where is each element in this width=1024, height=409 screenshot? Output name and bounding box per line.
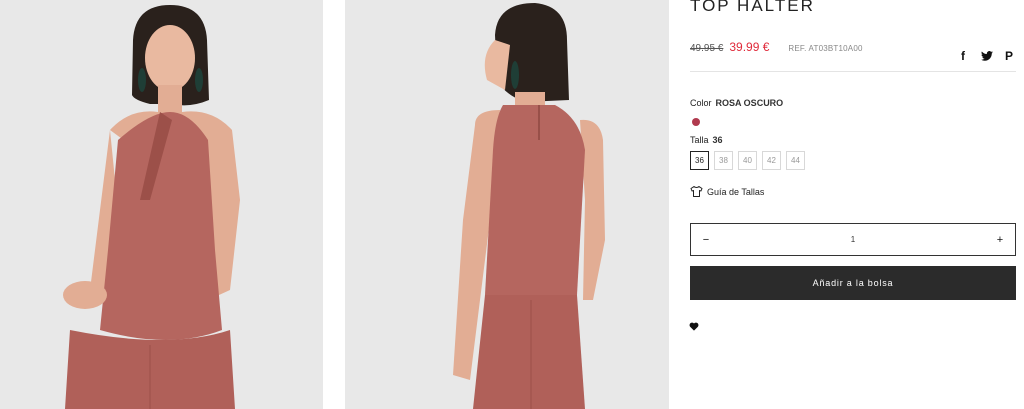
size-option-38[interactable]: 38	[714, 151, 733, 170]
model-back-illustration	[345, 0, 669, 409]
old-price: 49.95 €	[690, 43, 724, 54]
product-title: TOP HALTER	[690, 0, 815, 15]
product-photo-front[interactable]	[0, 0, 323, 409]
quantity-stepper: − 1 +	[690, 223, 1016, 256]
product-reference: REF. AT03BT10A00	[788, 44, 863, 53]
color-row: Color ROSA OSCURO	[690, 98, 783, 108]
model-front-illustration	[0, 0, 323, 409]
size-guide-link[interactable]: Guía de Tallas	[690, 186, 764, 197]
pinterest-share-icon[interactable]: P	[1003, 49, 1015, 63]
quantity-increase-button[interactable]: +	[985, 224, 1015, 255]
facebook-share-icon[interactable]: f	[958, 49, 968, 63]
color-label: Color	[690, 98, 712, 108]
size-options: 36 38 40 42 44	[690, 151, 805, 170]
quantity-value[interactable]: 1	[851, 235, 855, 244]
size-row: Talla 36	[690, 135, 723, 145]
size-label: Talla	[690, 135, 709, 145]
add-to-bag-button[interactable]: Añadir a la bolsa	[690, 266, 1016, 300]
wishlist-button[interactable]	[689, 318, 701, 331]
product-photo-back[interactable]	[345, 0, 669, 409]
quantity-decrease-button[interactable]: −	[691, 224, 721, 255]
size-guide-label: Guía de Tallas	[707, 186, 765, 197]
size-option-36[interactable]: 36	[690, 151, 709, 170]
color-swatch[interactable]	[692, 118, 700, 126]
size-option-44[interactable]: 44	[786, 151, 805, 170]
divider	[690, 71, 1016, 72]
size-option-42[interactable]: 42	[762, 151, 781, 170]
tshirt-icon	[690, 186, 703, 197]
sale-price: 39.99 €	[729, 40, 770, 54]
size-value: 36	[712, 135, 723, 145]
size-option-40[interactable]: 40	[738, 151, 757, 170]
twitter-share-icon[interactable]	[980, 49, 994, 63]
color-value: ROSA OSCURO	[715, 98, 784, 108]
price-row: 49.95 € 39.99 € REF. AT03BT10A00	[690, 40, 863, 56]
heart-icon	[689, 322, 699, 331]
twitter-bird-icon	[981, 51, 993, 61]
